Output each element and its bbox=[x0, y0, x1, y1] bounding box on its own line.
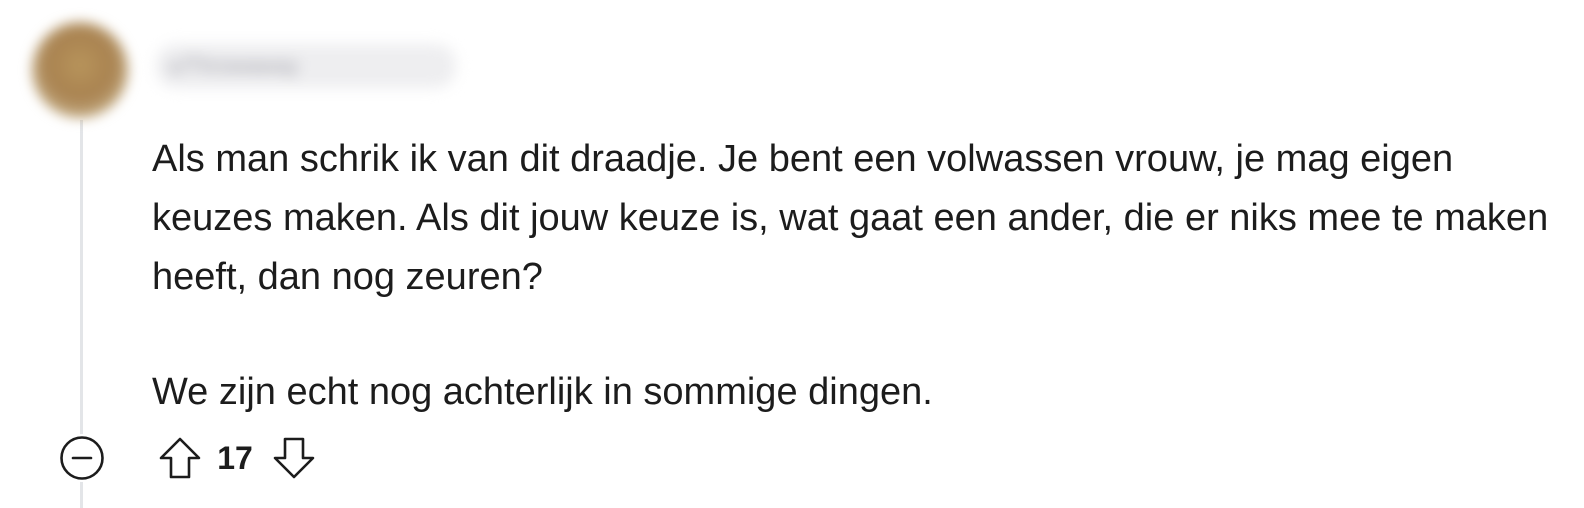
upvote-button[interactable] bbox=[154, 432, 206, 484]
comment-body: Als man schrik ik van dit draadje. Je be… bbox=[152, 130, 1562, 422]
minus-circle-icon bbox=[60, 436, 104, 480]
downvote-button[interactable] bbox=[268, 432, 320, 484]
author-username[interactable]: u/Throwaway bbox=[156, 44, 456, 88]
comment-actions: 17 bbox=[58, 432, 320, 484]
arrow-down-icon bbox=[273, 437, 315, 479]
vote-score: 17 bbox=[217, 439, 253, 476]
comment: u/Throwaway Als man schrik ik van dit dr… bbox=[0, 0, 1584, 508]
arrow-up-icon bbox=[159, 437, 201, 479]
collapse-button[interactable] bbox=[58, 434, 106, 482]
comment-paragraph-2: We zijn echt nog achterlijk in sommige d… bbox=[152, 371, 933, 413]
avatar[interactable] bbox=[32, 22, 128, 118]
comment-paragraph-1: Als man schrik ik van dit draadje. Je be… bbox=[152, 138, 1549, 298]
